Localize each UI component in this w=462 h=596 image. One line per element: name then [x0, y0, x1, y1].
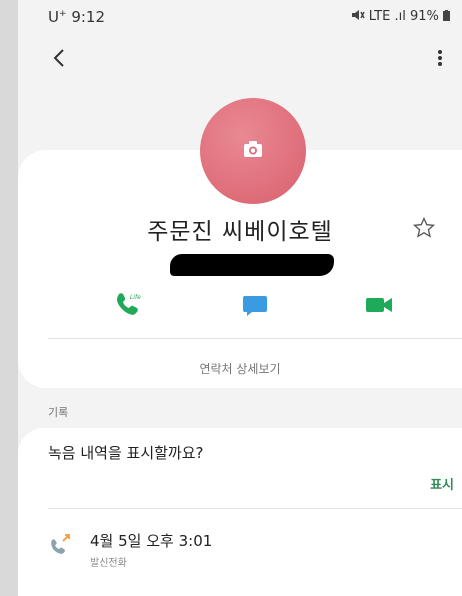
history-divider	[48, 508, 462, 509]
recording-prompt: 녹음 내역을 표시할까요?	[48, 444, 204, 462]
history-section-label: 기록	[48, 406, 69, 419]
redacted-phone-number	[170, 254, 334, 276]
outgoing-call-icon	[51, 534, 70, 554]
video-camera-icon	[366, 298, 392, 312]
status-indicators: LTE .ıl 91%	[351, 9, 450, 24]
carrier-label: U+ 9:12	[48, 8, 105, 26]
carrier-name: U	[48, 8, 59, 26]
back-button[interactable]	[48, 46, 72, 70]
contact-avatar[interactable]	[200, 98, 306, 204]
signal-battery-text: LTE .ıl 91%	[368, 9, 439, 24]
contact-screen: U+ 9:12 LTE .ıl 91% 주문진 씨베이호텔 Life 연락처 상…	[18, 0, 462, 596]
card-divider	[48, 338, 462, 339]
contact-name: 주문진 씨베이호텔	[147, 219, 333, 245]
video-call-button[interactable]	[362, 288, 396, 322]
show-recordings-button[interactable]: 표시	[430, 474, 454, 493]
carrier-mark: +	[58, 9, 67, 19]
status-bar: U+ 9:12 LTE .ıl 91%	[18, 0, 462, 34]
camera-icon	[244, 141, 262, 157]
call-log-type: 발신전화	[90, 558, 127, 569]
call-badge-text: Life	[130, 294, 141, 301]
battery-icon	[443, 10, 450, 21]
message-icon	[243, 296, 267, 316]
more-options-button[interactable]	[428, 46, 452, 70]
phone-icon: Life	[117, 293, 141, 315]
favorite-button[interactable]	[412, 216, 436, 240]
contact-actions: Life	[18, 288, 462, 322]
mute-icon	[351, 10, 365, 20]
star-outline-icon	[412, 216, 436, 238]
call-button[interactable]: Life	[110, 288, 144, 322]
chevron-left-icon	[53, 49, 64, 67]
more-vertical-icon	[438, 50, 442, 66]
message-button[interactable]	[238, 288, 272, 322]
call-log-time[interactable]: 4월 5일 오후 3:01	[90, 530, 212, 551]
contact-details-link[interactable]: 연락처 상세보기	[18, 360, 462, 377]
status-time: 9:12	[71, 8, 105, 26]
